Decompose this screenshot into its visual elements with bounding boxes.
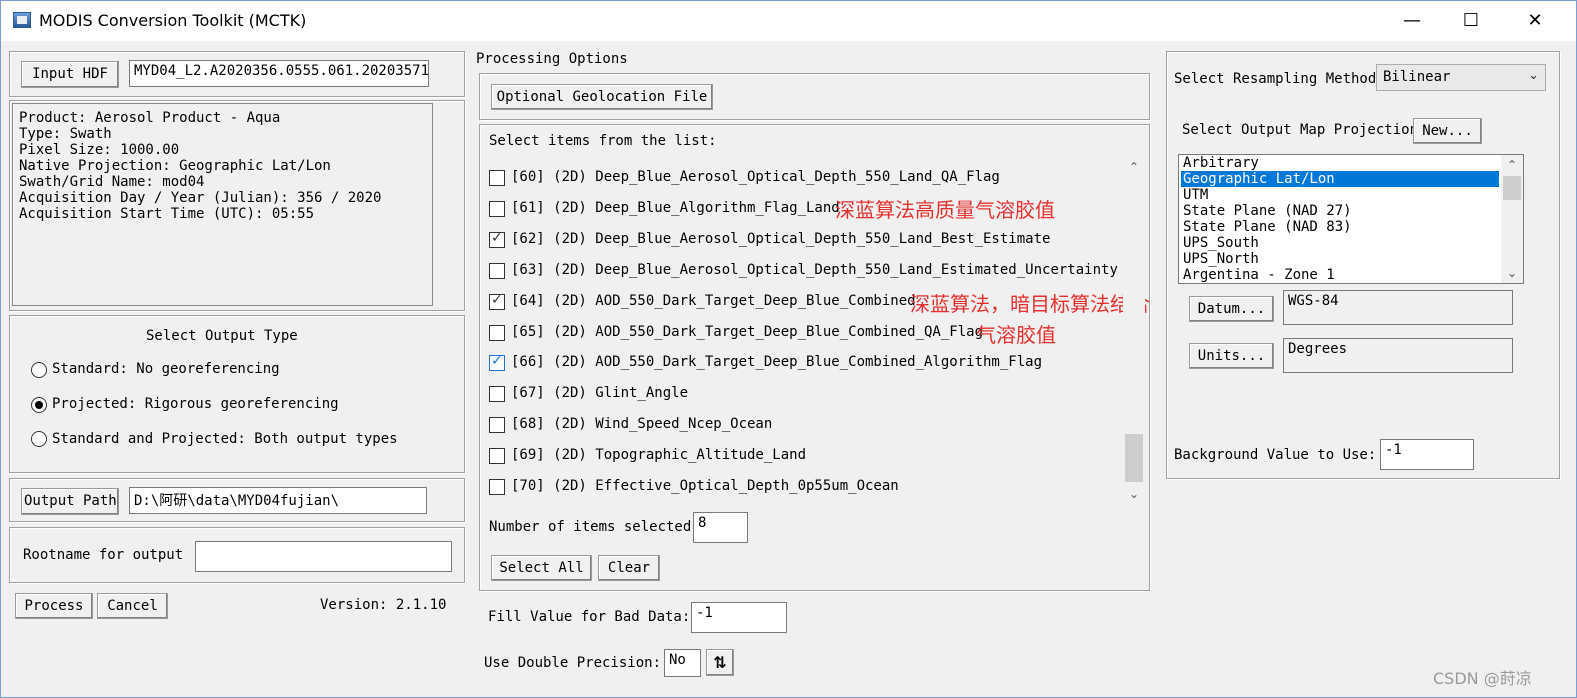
resampling-select[interactable]: Bilinear ⌄	[1376, 64, 1546, 91]
proj-scroll-up-icon[interactable]: ⌃	[1503, 157, 1521, 173]
item-checkbox[interactable]	[489, 448, 505, 464]
select-items-label: Select items from the list:	[489, 133, 717, 149]
units-button[interactable]: Units...	[1189, 343, 1274, 369]
item-label: [64] (2D) AOD_550_Dark_Target_Deep_Blue_…	[511, 293, 916, 309]
item-label: [63] (2D) Deep_Blue_Aerosol_Optical_Dept…	[511, 262, 1118, 278]
info-line: Native Projection: Geographic Lat/Lon	[19, 158, 331, 174]
output-type-title: Select Output Type	[146, 328, 298, 344]
mctk-window: MODIS Conversion Toolkit (MCTK) — ☐ ✕ In…	[0, 0, 1577, 698]
radio-standard[interactable]	[31, 362, 47, 378]
resampling-select-value: Bilinear	[1383, 69, 1451, 85]
double-precision-label: Use Double Precision:	[484, 655, 662, 671]
projection-option[interactable]: State Plane (NAD 27)	[1181, 203, 1499, 219]
info-line: Acquisition Day / Year (Julian): 356 / 2…	[19, 190, 382, 206]
units-field: Degrees	[1283, 338, 1513, 373]
datum-button[interactable]: Datum...	[1189, 296, 1274, 322]
item-label: [60] (2D) Deep_Blue_Aerosol_Optical_Dept…	[511, 169, 1000, 185]
item-checkbox[interactable]	[489, 230, 505, 248]
projection-option[interactable]: State Plane (NAD 83)	[1181, 219, 1499, 235]
item-checkbox[interactable]	[489, 386, 505, 402]
item-label: [65] (2D) AOD_550_Dark_Target_Deep_Blue_…	[511, 324, 984, 340]
select-all-button[interactable]: Select All	[491, 555, 592, 581]
rootname-label: Rootname for output	[23, 547, 184, 563]
input-hdf-button[interactable]: Input HDF	[21, 61, 119, 88]
items-scrollbar[interactable]: ⌃ ⌄	[1123, 156, 1145, 506]
maximize-button[interactable]: ☐	[1448, 7, 1494, 37]
radio-projected-label: Projected: Rigorous georeferencing	[52, 396, 339, 412]
projection-option[interactable]: UTM	[1181, 187, 1499, 203]
scroll-down-icon[interactable]: ⌄	[1125, 486, 1143, 502]
projection-label: Select Output Map Projection	[1182, 122, 1419, 138]
projection-scrollbar[interactable]: ⌃ ⌄	[1501, 155, 1523, 283]
version-label: Version: 2.1.10	[320, 597, 447, 613]
item-checkbox[interactable]	[489, 170, 505, 186]
cancel-button[interactable]: Cancel	[97, 593, 168, 619]
item-label: [61] (2D) Deep_Blue_Algorithm_Flag_Land	[511, 200, 840, 216]
projection-option[interactable]: Argentina - Zone 1	[1181, 267, 1499, 283]
annotation-combined: 深蓝算法，暗目标算法结合	[910, 292, 1150, 316]
scroll-up-icon[interactable]: ⌃	[1125, 159, 1143, 175]
minimize-button[interactable]: —	[1389, 7, 1435, 37]
info-line: Acquisition Start Time (UTC): 05:55	[19, 206, 315, 222]
background-value-field[interactable]: -1	[1380, 439, 1474, 470]
datum-field: WGS-84	[1283, 290, 1513, 325]
item-checkbox[interactable]	[489, 353, 505, 371]
projection-option[interactable]: Geographic Lat/Lon	[1181, 171, 1499, 187]
chevron-down-icon: ⌄	[1528, 68, 1539, 83]
item-checkbox[interactable]	[489, 417, 505, 433]
rootname-field[interactable]	[195, 541, 452, 572]
info-line: Swath/Grid Name: mod04	[19, 174, 205, 190]
item-checkbox[interactable]	[489, 263, 505, 279]
process-button[interactable]: Process	[15, 593, 93, 619]
double-precision-field: No	[664, 649, 701, 677]
title-bar: MODIS Conversion Toolkit (MCTK) — ☐ ✕	[1, 1, 1576, 41]
double-precision-toggle-icon[interactable]: ⇅	[706, 649, 734, 676]
info-line: Pixel Size: 1000.00	[19, 142, 180, 158]
radio-standard-and-projected-label: Standard and Projected: Both output type…	[52, 431, 398, 447]
proj-scroll-thumb[interactable]	[1503, 176, 1521, 200]
output-path-button[interactable]: Output Path	[21, 488, 119, 515]
projection-option[interactable]: Arbitrary	[1181, 155, 1499, 171]
radio-standard-label: Standard: No georeferencing	[52, 361, 280, 377]
scroll-thumb[interactable]	[1125, 434, 1143, 482]
projection-option[interactable]: UPS_South	[1181, 235, 1499, 251]
info-line: Product: Aerosol Product - Aqua	[19, 110, 281, 126]
watermark: CSDN @莳凉	[1433, 669, 1532, 688]
window-title: MODIS Conversion Toolkit (MCTK)	[39, 11, 307, 30]
item-label: [66] (2D) AOD_550_Dark_Target_Deep_Blue_…	[511, 354, 1043, 370]
annotation-aerosol-value: 气溶胶值	[976, 323, 1056, 347]
num-selected-label: Number of items selected:	[489, 519, 700, 535]
radio-standard-and-projected[interactable]	[31, 431, 47, 447]
item-checkbox[interactable]	[489, 201, 505, 217]
output-path-field[interactable]: D:\阿研\data\MYD04fujian\	[129, 487, 427, 514]
product-info-text: Product: Aerosol Product - Aqua Type: Swa…	[12, 103, 433, 306]
resampling-label: Select Resampling Method	[1174, 71, 1377, 87]
clear-button[interactable]: Clear	[598, 555, 660, 581]
projection-option[interactable]: UPS_North	[1181, 251, 1499, 267]
new-projection-button[interactable]: New...	[1413, 118, 1482, 144]
background-value-label: Background Value to Use:	[1174, 447, 1377, 463]
optional-geolocation-button[interactable]: Optional Geolocation File	[491, 84, 713, 110]
item-label: [68] (2D) Wind_Speed_Ncep_Ocean	[511, 416, 773, 432]
item-label: [67] (2D) Glint_Angle	[511, 385, 689, 401]
item-label: [69] (2D) Topographic_Altitude_Land	[511, 447, 807, 463]
num-selected-field: 8	[693, 512, 748, 543]
radio-projected[interactable]	[31, 397, 47, 413]
processing-options-label: Processing Options	[476, 51, 628, 67]
annotation-deep-blue-quality: 深蓝算法高质量气溶胶值	[835, 198, 1055, 222]
input-hdf-field[interactable]: MYD04_L2.A2020356.0555.061.202035719	[129, 60, 429, 87]
fill-value-field[interactable]: -1	[691, 602, 787, 633]
item-label: [70] (2D) Effective_Optical_Depth_0p55um…	[511, 478, 899, 494]
projection-listbox[interactable]: Arbitrary Geographic Lat/Lon UTM State Plan…	[1178, 154, 1524, 284]
fill-value-label: Fill Value for Bad Data:	[488, 609, 691, 625]
proj-scroll-down-icon[interactable]: ⌄	[1503, 265, 1521, 281]
info-line: Type: Swath	[19, 126, 112, 142]
item-checkbox[interactable]	[489, 292, 505, 310]
item-label: [62] (2D) Deep_Blue_Aerosol_Optical_Dept…	[511, 231, 1051, 247]
app-icon	[13, 12, 31, 28]
item-checkbox[interactable]	[489, 325, 505, 341]
close-button[interactable]: ✕	[1512, 7, 1558, 37]
item-checkbox[interactable]	[489, 479, 505, 495]
